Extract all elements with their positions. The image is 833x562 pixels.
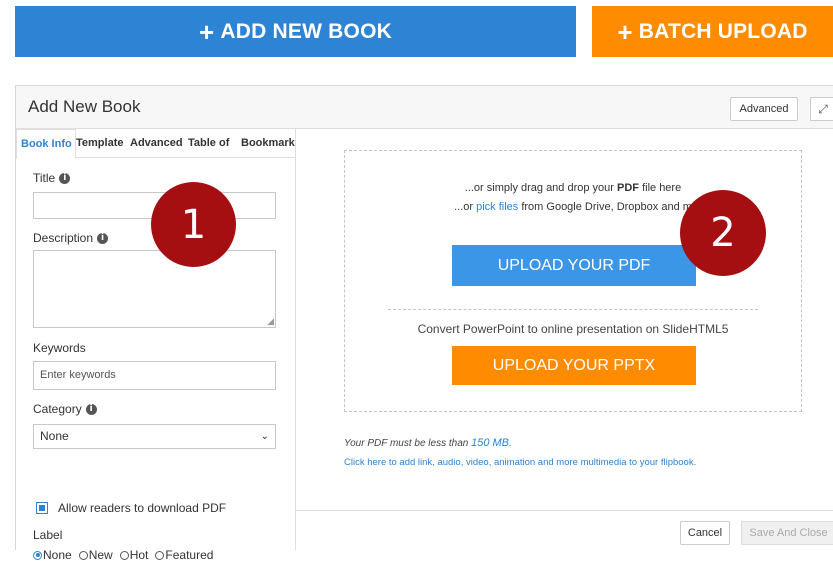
tab-table-of-contents[interactable]: Table of: [184, 129, 242, 157]
plus-icon: +: [199, 16, 215, 47]
keywords-label: Keywords: [33, 341, 86, 355]
drag-text-pdf: PDF: [617, 182, 640, 194]
allow-download-label: Allow readers to download PDF: [58, 501, 227, 515]
cancel-button[interactable]: Cancel: [680, 521, 730, 545]
keywords-placeholder: Enter keywords: [40, 369, 116, 381]
description-label-text: Description: [33, 231, 94, 245]
title-label-text: Title: [33, 171, 56, 185]
pdf-size-note: Your PDF must be less than 150 MB.: [344, 437, 512, 449]
add-new-book-label: ADD NEW BOOK: [220, 19, 392, 43]
pdf-dropzone[interactable]: ...or simply drag and drop your PDF file…: [344, 150, 802, 412]
category-selected-value: None: [40, 429, 69, 443]
upload-pptx-button[interactable]: UPLOAD YOUR PPTX: [452, 346, 696, 385]
radio-icon: [78, 550, 88, 560]
pick-text-suffix: from Google Drive, Dropbox and m: [518, 201, 692, 213]
size-note-value: 150 MB.: [471, 437, 513, 449]
resize-handle-icon[interactable]: ◢: [267, 316, 274, 327]
pick-text-prefix: ...or: [454, 201, 477, 213]
info-icon: i: [85, 403, 97, 415]
radio-none-label: None: [43, 548, 72, 562]
title-label: Title i: [33, 171, 71, 185]
step-marker-2: 2: [680, 190, 766, 276]
label-label: Label: [33, 528, 63, 542]
radio-selected-icon: [33, 550, 42, 560]
description-textarea[interactable]: ◢: [33, 250, 276, 328]
radio-new-label: New: [88, 548, 113, 562]
batch-upload-label: BATCH UPLOAD: [638, 19, 808, 43]
tab-advanced[interactable]: Advanced: [126, 129, 189, 157]
pick-files-link[interactable]: pick files: [476, 201, 518, 213]
multimedia-link[interactable]: Click here to add link, audio, video, an…: [344, 457, 696, 468]
label-radio-group: None New Hot Featured: [33, 548, 213, 562]
add-new-book-panel: Add New Book Advanced ⤢ Book Info Templa…: [15, 85, 833, 562]
advanced-button[interactable]: Advanced: [730, 97, 798, 121]
plus-icon: +: [617, 16, 633, 47]
radio-icon: [155, 550, 165, 560]
upload-pdf-button[interactable]: UPLOAD YOUR PDF: [452, 245, 696, 286]
radio-new[interactable]: New: [78, 548, 113, 562]
radio-none[interactable]: None: [33, 548, 72, 562]
drag-text-suffix: file here: [639, 182, 682, 194]
book-info-sidebar: Book Info Template Advanced Table of Boo…: [16, 129, 296, 562]
batch-upload-button[interactable]: + BATCH UPLOAD: [592, 6, 833, 57]
description-label: Description i: [33, 231, 109, 245]
chevron-down-icon: ⌄: [260, 431, 269, 442]
panel-footer: Cancel Save And Close: [296, 510, 833, 551]
convert-powerpoint-text: Convert PowerPoint to online presentatio…: [417, 322, 729, 336]
radio-hot[interactable]: Hot: [119, 548, 149, 562]
radio-featured[interactable]: Featured: [155, 548, 213, 562]
drag-text-prefix: ...or simply drag and drop your: [464, 182, 618, 194]
tab-bar: Book Info Template Advanced Table of Boo…: [16, 129, 295, 159]
allow-download-checkbox[interactable]: [36, 502, 48, 514]
radio-icon: [119, 550, 129, 560]
save-and-close-button[interactable]: Save And Close: [741, 521, 833, 545]
tab-book-info[interactable]: Book Info: [16, 129, 76, 159]
dropzone-divider: [388, 309, 758, 310]
category-label-text: Category: [33, 402, 82, 416]
category-label: Category i: [33, 402, 97, 416]
add-new-book-button[interactable]: + ADD NEW BOOK: [15, 6, 576, 57]
size-note-prefix: Your PDF must be less than: [344, 438, 472, 449]
step-marker-1: 1: [151, 182, 236, 267]
keywords-input[interactable]: Enter keywords: [33, 361, 276, 390]
info-icon: i: [97, 232, 109, 244]
expand-icon[interactable]: ⤢: [810, 97, 833, 121]
tab-bookmark[interactable]: Bookmark: [237, 129, 303, 157]
info-icon: i: [59, 172, 71, 184]
category-select[interactable]: None ⌄: [33, 424, 276, 449]
panel-title: Add New Book: [28, 97, 141, 116]
tab-template[interactable]: Template: [72, 129, 132, 157]
panel-header: Add New Book Advanced ⤢: [16, 86, 833, 129]
radio-hot-label: Hot: [129, 548, 149, 562]
radio-featured-label: Featured: [165, 548, 214, 562]
